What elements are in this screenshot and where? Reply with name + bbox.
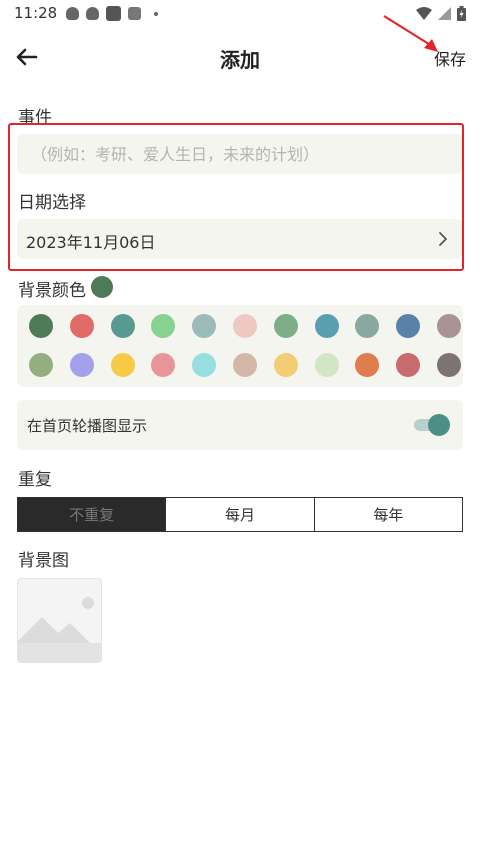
date-picker[interactable]: 2023年11月06日 [17, 219, 463, 259]
qq-icon [66, 7, 79, 20]
color-swatch[interactable] [192, 314, 217, 338]
color-swatch[interactable] [69, 353, 94, 377]
color-swatch[interactable] [437, 314, 461, 338]
qq-icon [86, 7, 99, 20]
color-swatch[interactable] [437, 353, 461, 377]
event-input[interactable] [17, 134, 463, 174]
color-swatch[interactable] [110, 314, 135, 338]
repeat-segmented-control: 不重复 每月 每年 [17, 497, 463, 532]
carousel-display-row: 在首页轮播图显示 [17, 400, 463, 450]
color-swatch[interactable] [314, 353, 339, 377]
color-swatch[interactable] [355, 353, 380, 377]
date-value: 2023年11月06日 [26, 233, 156, 252]
color-swatch[interactable] [192, 353, 217, 377]
repeat-label: 重复 [18, 470, 52, 490]
background-image-picker[interactable] [17, 578, 102, 663]
back-button[interactable] [12, 42, 42, 72]
color-swatch[interactable] [314, 314, 339, 338]
image-placeholder-icon [18, 597, 101, 662]
a-icon [128, 7, 141, 20]
color-swatch[interactable] [233, 314, 257, 338]
notification-icons [66, 6, 158, 21]
color-swatch[interactable] [233, 353, 257, 377]
repeat-option-monthly[interactable]: 每月 [166, 498, 315, 531]
annotation-arrow-icon [383, 15, 438, 52]
more-notifications-icon [154, 11, 158, 16]
color-swatch[interactable] [355, 314, 380, 338]
color-swatch[interactable] [110, 353, 135, 377]
repeat-option-none[interactable]: 不重复 [18, 498, 167, 531]
repeat-option-yearly[interactable]: 每年 [314, 498, 462, 531]
color-palette [17, 305, 463, 387]
selected-color-swatch [91, 276, 113, 298]
carousel-display-label: 在首页轮播图显示 [27, 417, 148, 435]
color-swatch[interactable] [69, 314, 94, 338]
background-color-label: 背景颜色 [18, 281, 86, 301]
color-swatch[interactable] [396, 314, 421, 338]
background-image-label: 背景图 [18, 551, 69, 571]
event-label: 事件 [18, 108, 52, 128]
status-time: 11:28 [14, 4, 58, 22]
color-swatch[interactable] [151, 314, 176, 338]
date-label: 日期选择 [18, 193, 86, 213]
battery-icon [457, 6, 466, 21]
color-swatch[interactable] [151, 353, 176, 377]
color-swatch[interactable] [273, 353, 298, 377]
carousel-display-toggle[interactable] [414, 414, 450, 436]
toggle-thumb [428, 414, 450, 436]
color-swatch[interactable] [29, 314, 53, 338]
chevron-right-icon [439, 232, 447, 246]
event-field [17, 134, 463, 174]
arrow-left-icon [16, 48, 38, 66]
color-swatch[interactable] [29, 353, 53, 377]
color-swatch[interactable] [396, 353, 421, 377]
app-icon [106, 6, 121, 21]
color-swatch[interactable] [273, 314, 298, 338]
